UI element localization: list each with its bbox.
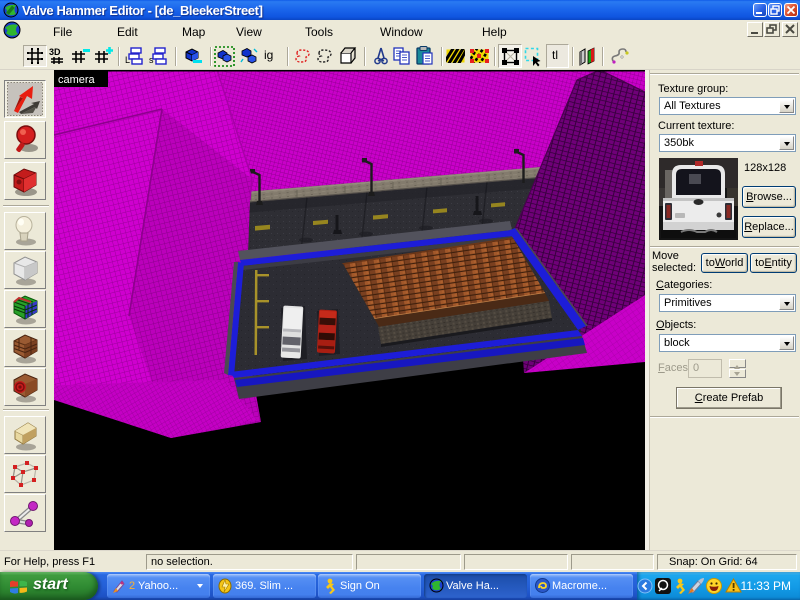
svg-text:3D: 3D xyxy=(49,47,61,57)
svg-text:camera: camera xyxy=(58,74,96,86)
